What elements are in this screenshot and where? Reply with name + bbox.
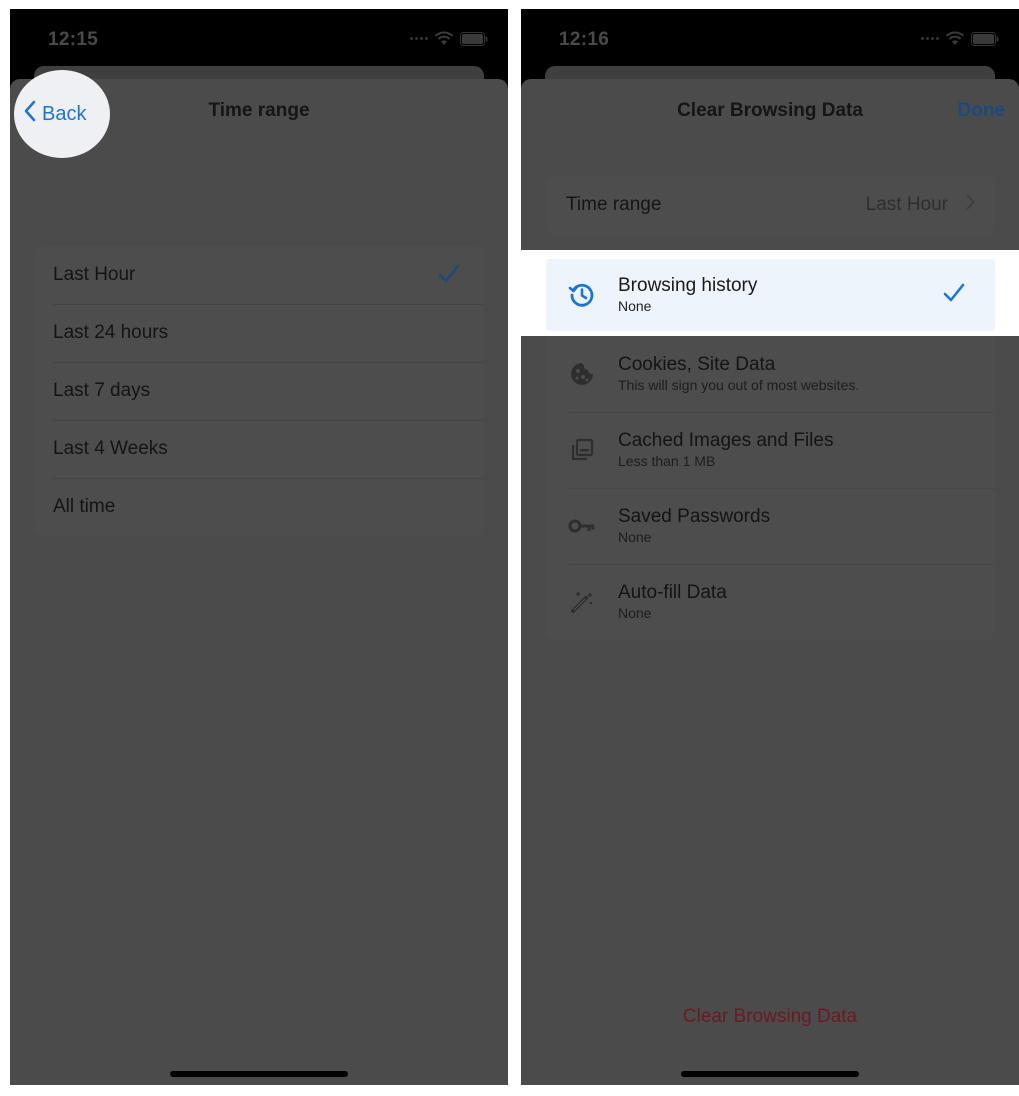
back-button[interactable]: Back	[24, 100, 86, 128]
time-range-row[interactable]: Time range Last Hour	[546, 175, 995, 235]
item-subtitle: None	[618, 529, 652, 545]
item-browsing-history[interactable]: Browsing history None	[546, 259, 995, 331]
time-range-sheet: Time range Last Hour Last 24 hours Last …	[10, 79, 508, 1085]
magic-wand-icon	[546, 589, 618, 615]
option-label: Last 4 Weeks	[53, 438, 168, 459]
item-saved-passwords[interactable]: Saved Passwords None	[546, 488, 995, 564]
time-range-label: Time range	[566, 194, 662, 215]
images-icon	[546, 437, 618, 463]
item-title: Cookies, Site Data	[618, 354, 776, 375]
key-icon	[546, 517, 618, 535]
done-button[interactable]: Done	[958, 100, 1006, 122]
item-title: Saved Passwords	[618, 506, 771, 527]
item-subtitle: This will sign you out of most websites.	[618, 377, 860, 393]
history-icon	[546, 281, 618, 309]
home-indicator	[170, 1071, 348, 1077]
option-label: Last 24 hours	[53, 322, 169, 343]
chevron-left-icon	[24, 100, 36, 128]
item-subtitle: Less than 1 MB	[618, 453, 716, 469]
checkmark-icon	[943, 283, 965, 308]
time-range-options: Last Hour Last 24 hours Last 7 days Last…	[35, 246, 484, 536]
option-last-hour[interactable]: Last Hour	[35, 246, 484, 304]
status-time: 12:15	[48, 29, 99, 50]
item-cached-images-files[interactable]: Cached Images and Files Less than 1 MB	[546, 412, 995, 488]
back-label: Back	[42, 102, 87, 125]
item-title: Auto-fill Data	[618, 582, 727, 603]
clear-browsing-data-button[interactable]: Clear Browsing Data	[521, 1006, 1019, 1028]
item-subtitle: None	[618, 605, 652, 621]
option-label: Last Hour	[53, 264, 136, 285]
phone-screen-clear-browsing-data: 12:16 Clear Browsing Data Done Clear Bro…	[521, 9, 1019, 1085]
status-bar: 12:16	[521, 9, 1019, 69]
option-last-24-hours[interactable]: Last 24 hours	[35, 304, 484, 362]
battery-icon	[971, 31, 999, 46]
wifi-icon	[945, 31, 965, 46]
option-last-7-days[interactable]: Last 7 days	[35, 362, 484, 420]
status-time: 12:16	[559, 29, 610, 50]
item-title: Cached Images and Files	[618, 430, 834, 451]
wifi-icon	[434, 31, 454, 46]
home-indicator	[681, 1071, 859, 1077]
chevron-right-icon	[966, 194, 975, 216]
battery-icon	[460, 31, 488, 46]
time-range-value: Last Hour	[865, 194, 948, 215]
option-all-time[interactable]: All time	[35, 478, 484, 536]
item-subtitle: None	[618, 298, 652, 314]
item-title: Browsing history	[618, 275, 758, 296]
option-label: Last 7 days	[53, 380, 151, 401]
status-bar: 12:15	[10, 9, 508, 69]
cellular-signal-icon	[921, 37, 939, 40]
checkmark-icon	[438, 264, 460, 290]
data-type-list: Cookies, Site Data This will sign you ou…	[546, 336, 995, 640]
option-label: All time	[53, 496, 116, 517]
phone-screen-time-range: 12:15 Time range Last Hour Last 24 hours	[10, 9, 508, 1085]
option-last-4-weeks[interactable]: Last 4 Weeks	[35, 420, 484, 478]
cookie-icon	[546, 361, 618, 387]
page-title: Clear Browsing Data	[677, 100, 863, 121]
cellular-signal-icon	[410, 37, 428, 40]
item-cookies-site-data[interactable]: Cookies, Site Data This will sign you ou…	[546, 336, 995, 412]
item-auto-fill-data[interactable]: Auto-fill Data None	[546, 564, 995, 640]
